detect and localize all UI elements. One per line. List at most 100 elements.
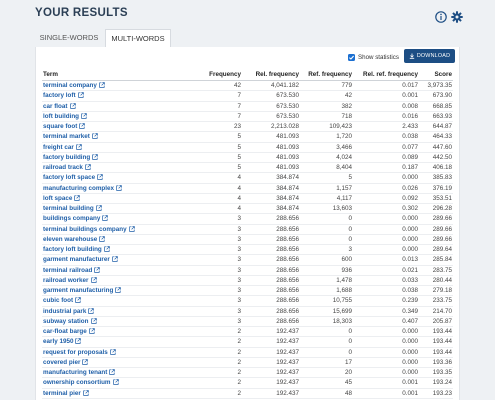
term-cell[interactable]: subway station [42,316,192,328]
term-link[interactable]: railroad worker [43,277,89,284]
term-cell[interactable]: factory building [42,152,192,164]
term-link[interactable]: eleven warehouse [43,236,97,243]
term-link[interactable]: factory building [43,154,90,161]
term-link[interactable]: manufacturing complex [43,185,114,192]
term-cell[interactable]: terminal building [42,203,192,215]
info-icon[interactable] [435,11,447,23]
term-link[interactable]: cubic foot [43,297,73,304]
term-cell[interactable]: railroad track [42,162,192,174]
column-header-term[interactable]: Term [42,68,192,81]
term-link[interactable]: garment manufacturer [43,256,110,263]
term-cell[interactable]: terminal railroad [42,265,192,276]
external-link-icon[interactable] [75,297,81,304]
term-cell[interactable]: cubic foot [42,295,192,307]
term-cell[interactable]: covered pier [42,357,192,369]
term-cell[interactable]: loft building [42,111,192,123]
term-link[interactable]: early 1950 [43,338,73,345]
external-link-icon[interactable] [88,307,95,314]
term-cell[interactable]: garment manufacturing [42,285,192,297]
column-header-score[interactable]: Score [419,68,453,81]
show-statistics-toggle[interactable]: Show statistics [348,53,399,62]
external-link-icon[interactable] [92,133,98,140]
external-link-icon[interactable] [97,174,103,181]
external-link-icon[interactable] [79,123,86,129]
external-link-icon[interactable] [104,246,110,252]
term-link[interactable]: railroad track [43,164,83,171]
term-cell[interactable]: garment manufacturer [42,254,192,266]
external-link-icon[interactable] [77,92,84,99]
external-link-icon[interactable] [116,184,122,191]
term-cell[interactable]: terminal company [42,80,192,92]
external-link-icon[interactable] [82,359,89,365]
term-link[interactable]: terminal company [43,82,97,89]
show-statistics-checkbox[interactable] [348,54,355,61]
gear-icon[interactable] [451,11,463,23]
term-cell[interactable]: request for proposals [42,347,192,358]
external-link-icon[interactable] [90,318,97,324]
external-link-icon[interactable] [115,287,122,293]
external-link-icon[interactable] [112,256,118,263]
term-link[interactable]: request for proposals [43,349,108,356]
external-link-icon[interactable] [92,154,98,160]
term-link[interactable]: buildings company [43,215,100,222]
term-link[interactable]: factory loft space [43,174,95,181]
term-link[interactable]: terminal building [43,205,94,212]
term-cell[interactable]: industrial park [42,306,192,317]
term-link[interactable]: terminal buildings company [43,226,127,233]
term-link[interactable]: manufacturing tenant [43,369,107,376]
external-link-icon[interactable] [76,143,82,150]
term-cell[interactable]: factory loft space [42,172,192,184]
external-link-icon[interactable] [94,266,101,273]
term-link[interactable]: car-float barge [43,328,87,335]
term-cell[interactable]: loft space [42,193,192,205]
term-link[interactable]: freight car [43,144,74,151]
external-link-icon[interactable] [112,379,119,386]
term-cell[interactable]: eleven warehouse [42,234,192,246]
term-cell[interactable]: early 1950 [42,336,192,348]
external-link-icon[interactable] [75,338,82,345]
term-cell[interactable]: ownership consortium [42,377,192,389]
term-link[interactable]: covered pier [43,359,80,366]
term-cell[interactable]: manufacturing complex [42,183,192,194]
external-link-icon[interactable] [99,82,105,88]
external-link-icon[interactable] [83,389,89,396]
term-cell[interactable]: car-float barge [42,326,192,338]
term-cell[interactable]: railroad worker [42,275,192,287]
term-link[interactable]: factory loft building [43,246,102,253]
external-link-icon[interactable] [89,328,95,334]
term-link[interactable]: terminal market [43,133,90,140]
tab-multi-words[interactable]: MULTI-WORDS [105,29,171,49]
column-header-rel-frequency[interactable]: Rel. frequency [242,68,300,81]
external-link-icon[interactable] [74,195,81,201]
external-link-icon[interactable] [109,369,116,375]
external-link-icon[interactable] [128,225,135,232]
term-link[interactable]: car float [43,103,68,110]
term-link[interactable]: garment manufacturing [43,287,113,294]
column-header-rel-ref-frequency[interactable]: Rel. ref. frequency [353,68,419,81]
term-link[interactable]: subway station [43,318,89,325]
external-link-icon[interactable] [99,236,105,242]
external-link-icon[interactable] [69,102,76,109]
term-cell[interactable]: terminal pier [42,388,192,399]
term-cell[interactable]: buildings company [42,213,192,225]
term-link[interactable]: factory loft [43,92,76,99]
term-cell[interactable]: freight car [42,142,192,153]
term-link[interactable]: square foot [43,123,77,130]
term-link[interactable]: ownership consortium [43,379,111,386]
column-header-frequency[interactable]: Frequency [192,68,242,81]
external-link-icon[interactable] [109,348,116,355]
external-link-icon[interactable] [85,164,91,170]
download-button[interactable]: DOWNLOAD [404,49,455,63]
term-cell[interactable]: manufacturing tenant [42,367,192,379]
external-link-icon[interactable] [90,277,97,283]
term-cell[interactable]: car float [42,101,192,112]
term-cell[interactable]: terminal market [42,131,192,143]
term-link[interactable]: loft space [43,195,72,202]
term-link[interactable]: industrial park [43,308,86,315]
term-link[interactable]: terminal pier [43,390,81,397]
term-cell[interactable]: factory loft [42,90,192,102]
external-link-icon[interactable] [81,113,87,119]
term-cell[interactable]: square foot [42,121,192,133]
term-cell[interactable]: terminal buildings company [42,224,192,235]
tab-single-words[interactable]: SINGLE-WORDS [35,30,103,46]
